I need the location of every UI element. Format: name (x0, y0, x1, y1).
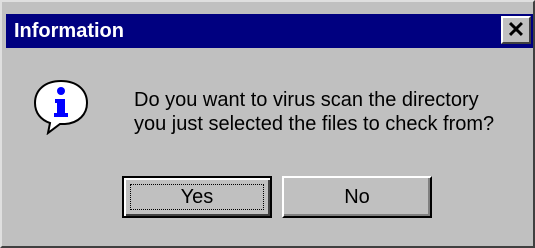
message-line-2: you just selected the files to check fro… (134, 113, 495, 135)
information-dialog: Information ✕ Do you want to virus scan … (0, 0, 535, 248)
yes-button[interactable]: Yes (122, 176, 272, 218)
information-icon (33, 79, 89, 135)
yes-button-label: Yes (180, 185, 214, 208)
window-title: Information (14, 20, 124, 42)
title-bar[interactable]: Information ✕ (6, 14, 533, 48)
message-line-1: Do you want to virus scan the directory (134, 89, 479, 111)
no-button[interactable]: No (282, 176, 432, 218)
no-button-label: No (344, 185, 370, 208)
close-icon: ✕ (506, 17, 526, 42)
close-button[interactable]: ✕ (501, 16, 531, 44)
message-text: Do you want to virus scan the directory … (134, 88, 524, 136)
